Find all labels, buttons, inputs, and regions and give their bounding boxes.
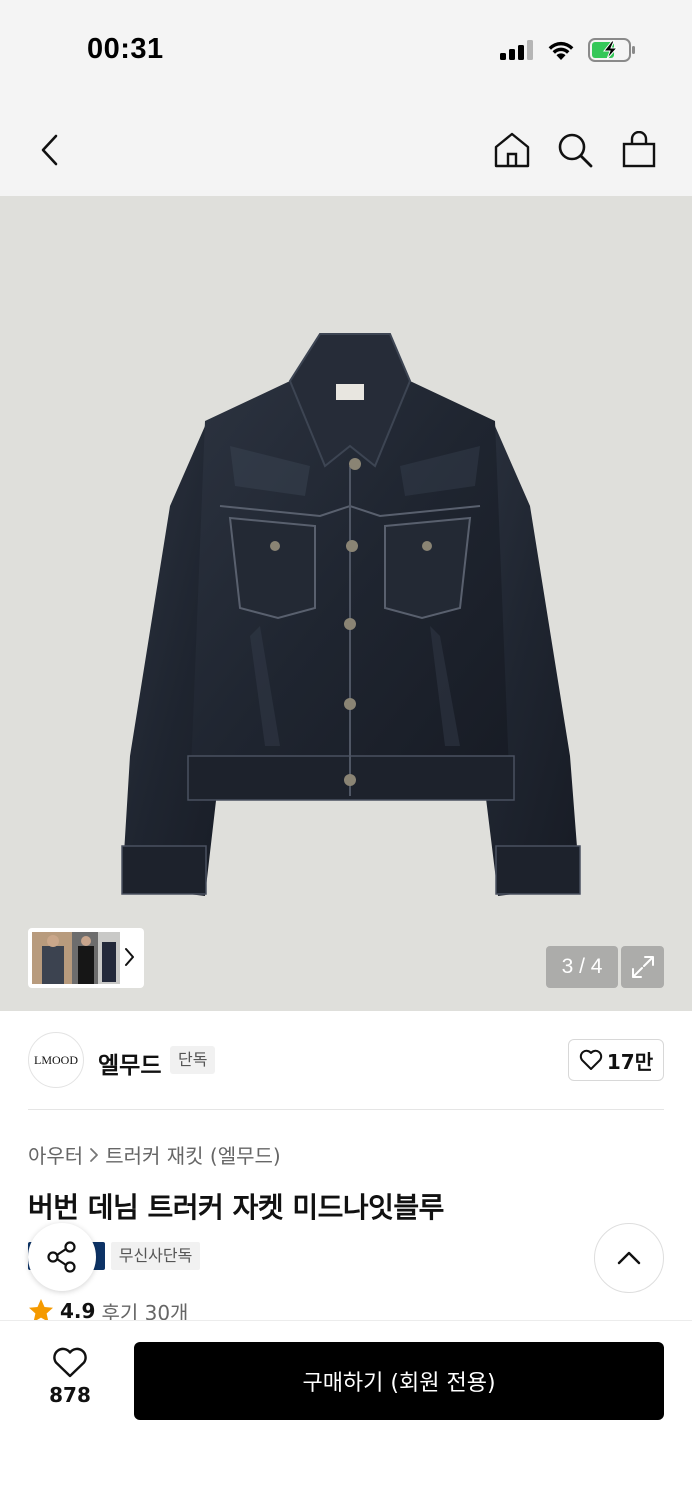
gallery-thumbnail-strip[interactable] xyxy=(28,928,144,988)
brand-row: LMOOD 엘무드 단독 17만 xyxy=(28,1032,664,1090)
search-icon xyxy=(558,133,593,168)
heart-icon xyxy=(53,1347,87,1378)
status-time: 00:31 xyxy=(87,33,164,65)
brand-like-button[interactable]: 17만 xyxy=(568,1039,664,1081)
cellular-signal-icon xyxy=(500,40,533,60)
home-button[interactable] xyxy=(490,128,534,172)
thumbnail-image xyxy=(32,932,120,984)
breadcrumb-item-outer[interactable]: 아우터 xyxy=(28,1140,83,1169)
status-icons xyxy=(500,38,636,62)
battery-charging-icon xyxy=(588,38,635,62)
scroll-to-top-button[interactable] xyxy=(594,1223,664,1293)
bottom-purchase-bar: 878 구매하기 (회원 전용) xyxy=(0,1320,692,1500)
product-title: 버번 데님 트러커 자켓 미드나잇블루 xyxy=(28,1191,444,1224)
expand-icon xyxy=(631,956,654,978)
denim-jacket-image xyxy=(121,333,581,896)
cart-button[interactable] xyxy=(617,128,661,172)
chevron-up-icon xyxy=(617,1251,641,1265)
product-image-gallery[interactable]: 3 / 4 xyxy=(0,196,692,1011)
tag-exclusive: 무신사단독 xyxy=(110,1242,201,1270)
chevron-right-icon xyxy=(125,948,134,966)
breadcrumb: 아우터 트러커 재킷 (엘무드) xyxy=(28,1140,281,1169)
chevron-right-icon xyxy=(90,1147,99,1162)
status-bar: 00:31 xyxy=(0,0,692,100)
brand-name[interactable]: 엘무드 xyxy=(98,1046,161,1080)
brand-logo[interactable]: LMOOD xyxy=(28,1032,84,1088)
back-button[interactable] xyxy=(28,128,72,172)
heart-icon xyxy=(579,1049,603,1070)
home-icon xyxy=(494,132,530,168)
buy-button[interactable]: 구매하기 (회원 전용) xyxy=(134,1342,664,1420)
wishlist-count: 878 xyxy=(49,1383,91,1407)
brand-exclusive-badge: 단독 xyxy=(170,1046,216,1074)
gallery-page-counter: 3 / 4 xyxy=(546,946,618,988)
wishlist-button[interactable]: 878 xyxy=(38,1347,102,1417)
share-icon xyxy=(47,1241,76,1273)
wifi-icon xyxy=(548,41,574,60)
shopping-bag-icon xyxy=(622,131,656,168)
search-button[interactable] xyxy=(553,128,597,172)
fullscreen-button[interactable] xyxy=(621,946,664,988)
share-button[interactable] xyxy=(28,1223,96,1291)
chevron-left-icon xyxy=(41,134,58,166)
divider xyxy=(28,1109,664,1110)
breadcrumb-item-category[interactable]: 트러커 재킷 (엘무드) xyxy=(105,1140,281,1169)
top-navigation-bar xyxy=(0,100,692,196)
brand-like-count: 17만 xyxy=(606,1049,654,1074)
